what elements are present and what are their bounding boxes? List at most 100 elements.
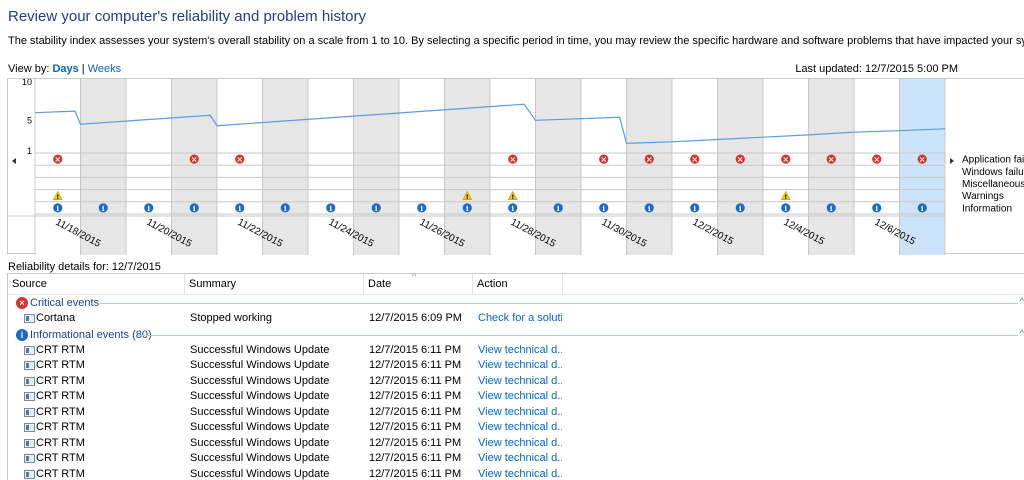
application-window-icon (24, 407, 35, 417)
event-row[interactable]: CRT RTM Successful Windows Update 12/7/201… (8, 436, 1024, 452)
event-group-label: Informational events (80) (30, 328, 152, 341)
warning-exclamation-icon: ! (56, 194, 59, 201)
information-i-icon: i (557, 204, 560, 213)
event-action-link[interactable]: View technical d... (478, 374, 562, 389)
information-i-icon: i (284, 204, 287, 213)
chart-day-column[interactable] (444, 79, 491, 255)
event-action-link[interactable]: View technical d... (478, 451, 562, 466)
event-row[interactable]: CRT RTM Successful Windows Update 12/7/201… (8, 343, 1024, 359)
reliability-chart-frame: 10 5 1 × × × × × × × × × × × ×!!!! i i i i i i i i i i i i i i i i i i i i… (7, 78, 1024, 255)
event-date-cell: 12/7/2015 6:11 PM (369, 421, 462, 433)
scroll-left-icon[interactable] (12, 158, 16, 164)
information-i-icon: i (921, 204, 924, 213)
details-header: Source Summary Date Action ^ (8, 274, 1024, 295)
information-i-icon: i (466, 204, 469, 213)
group-collapse-icon[interactable]: ^ (1020, 293, 1024, 309)
chart-day-column[interactable] (171, 79, 218, 255)
event-row[interactable]: CRT RTM Successful Windows Update 12/7/201… (8, 405, 1024, 421)
event-source-cell: CRT RTM (36, 343, 85, 356)
chart-day-column[interactable] (626, 79, 673, 255)
information-i-icon: i (511, 204, 514, 213)
chart-day-column[interactable] (353, 79, 400, 255)
chart-day-column[interactable] (80, 79, 127, 255)
event-row[interactable]: CRT RTM Successful Windows Update 12/7/201… (8, 374, 1024, 390)
application-window-icon (24, 454, 35, 463)
event-action-link[interactable]: View technical d... (478, 389, 562, 404)
chart-day-column[interactable] (717, 79, 764, 255)
event-row[interactable]: CRT RTM Successful Windows Update 12/7/201… (8, 467, 1024, 480)
critical-x-icon: × (828, 155, 835, 164)
chart-day-column[interactable] (899, 79, 946, 255)
information-i-icon: i (56, 204, 59, 213)
warning-exclamation-icon: ! (511, 194, 514, 201)
event-group-info[interactable]: i Informational events (80) ^ (8, 327, 1024, 343)
page-description: The stability index assesses your system… (8, 35, 1024, 47)
event-date-cell: 12/7/2015 6:11 PM (369, 343, 462, 356)
view-by-bar: View by: Days | Weeks (8, 63, 121, 75)
view-by-days-link[interactable]: Days (52, 63, 78, 75)
event-summary-cell: Successful Windows Update (190, 436, 330, 449)
critical-x-icon: × (737, 155, 744, 164)
critical-x-icon: × (646, 155, 653, 164)
event-action-link[interactable]: View technical d... (478, 405, 562, 420)
event-action-link[interactable]: View technical d... (478, 467, 562, 480)
event-summary-cell: Stopped working (190, 312, 272, 324)
column-header-action[interactable]: Action (473, 274, 563, 295)
event-summary-cell: Successful Windows Update (190, 374, 330, 387)
event-source-cell: CRT RTM (36, 374, 85, 387)
information-i-icon: i (420, 204, 423, 213)
information-i-icon: i (238, 204, 241, 213)
event-row[interactable]: CRT RTM Successful Windows Update 12/7/201… (8, 358, 1024, 374)
event-row-label: Windows failures (962, 167, 1024, 178)
event-row[interactable]: Cortana Stopped working 12/7/2015 6:09 PM C… (8, 311, 1024, 327)
event-row-label: Application failures (962, 155, 1024, 166)
application-window-icon (24, 345, 35, 355)
column-header-source[interactable]: Source (8, 274, 185, 295)
y-tick-label: 10 (22, 79, 32, 87)
event-source-cell: CRT RTM (36, 452, 85, 464)
reliability-chart[interactable]: 10 5 1 × × × × × × × × × × × ×!!! ! i i i i i i i i i i i i i i i i i i i i… (8, 79, 1024, 255)
event-source-cell: CRT RTM (36, 467, 85, 480)
application-window-icon (24, 438, 35, 448)
event-row[interactable]: CRT RTM Successful Windows Update 12/7/201… (8, 420, 1024, 436)
page-title: Review your computer's reliability and p… (8, 8, 367, 25)
event-action-link[interactable]: View technical d... (478, 358, 562, 373)
reliability-details-list[interactable]: Source Summary Date Action ^ × Critical e… (7, 273, 1024, 480)
chart-day-column[interactable] (262, 79, 309, 255)
information-i-icon: i (375, 204, 378, 213)
event-row-label: Miscellaneous failures (962, 179, 1024, 190)
event-source-cell: CRT RTM (36, 436, 85, 449)
event-action-link[interactable]: Check for a soluti... (478, 311, 562, 326)
scroll-right-icon[interactable] (950, 158, 954, 164)
application-window-icon (24, 376, 35, 386)
column-header-summary[interactable]: Summary (185, 274, 364, 295)
event-action-link[interactable]: View technical d... (478, 343, 562, 358)
event-date-cell: 12/7/2015 6:11 PM (369, 467, 462, 480)
chart-day-column[interactable] (808, 79, 855, 255)
critical-x-icon: × (236, 155, 243, 164)
event-row[interactable]: CRT RTM Successful Windows Update 12/7/201… (8, 389, 1024, 405)
column-header-date[interactable]: Date (364, 274, 473, 295)
application-window-icon (24, 392, 35, 401)
event-row-label: Information (962, 203, 1012, 214)
event-summary-cell: Successful Windows Update (190, 452, 330, 464)
group-collapse-icon[interactable]: ^ (1020, 325, 1024, 341)
event-group-divider (100, 303, 1018, 304)
critical-x-icon: × (873, 155, 880, 164)
application-window-icon (24, 314, 35, 323)
event-source-cell: CRT RTM (36, 390, 85, 402)
information-i-icon: i (193, 204, 196, 213)
information-i-icon: i (102, 204, 105, 213)
event-date-cell: 12/7/2015 6:11 PM (369, 359, 462, 371)
chart-day-column[interactable] (535, 79, 582, 255)
information-i-icon: i (830, 204, 833, 213)
event-group-critical[interactable]: × Critical events ^ (8, 295, 1024, 311)
view-by-weeks-link[interactable]: Weeks (88, 63, 121, 75)
event-row[interactable]: CRT RTM Successful Windows Update 12/7/201… (8, 451, 1024, 467)
sort-arrow-icon: ^ (412, 273, 417, 281)
event-group-label: Critical events (30, 297, 100, 309)
event-action-link[interactable]: View technical d... (478, 420, 562, 435)
event-action-link[interactable]: View technical d... (478, 436, 562, 451)
information-i-icon: i (693, 204, 696, 213)
event-date-cell: 12/7/2015 6:11 PM (369, 452, 462, 464)
